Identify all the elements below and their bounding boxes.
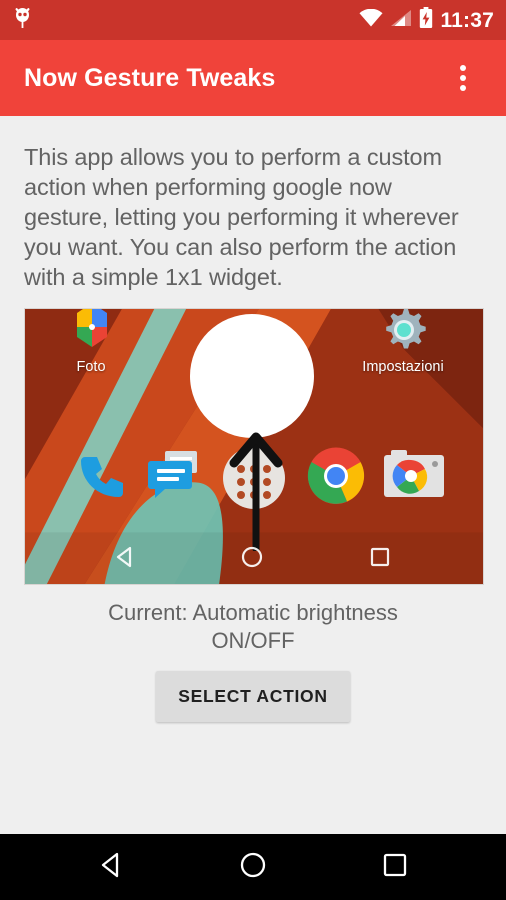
more-vert-dot [460,85,466,91]
chrome-icon [307,447,365,510]
owl-notification-icon [14,7,31,34]
status-bar-clock: 11:37 [440,8,494,32]
home-label-foto: Foto [76,359,106,375]
android-app-screen: 11:37 Now Gesture Tweaks This app allows… [0,0,506,900]
nav-back-button[interactable] [80,836,142,898]
preview-back-icon [113,545,137,574]
photos-icon [69,309,115,358]
status-bar: 11:37 [0,0,506,40]
app-bar: Now Gesture Tweaks [0,40,506,116]
preview-home-icon [240,545,264,574]
more-vert-icon[interactable] [440,55,486,101]
select-action-button[interactable]: SELECT ACTION [156,671,350,722]
more-vert-dot [460,75,466,81]
back-triangle-icon [96,850,126,885]
nav-recents-button[interactable] [364,836,426,898]
status-bar-icons: 11:37 [359,6,494,34]
main-content: This app allows you to perform a custom … [0,116,506,834]
home-label-impostazioni: Impostazioni [362,359,444,375]
camera-icon [383,449,445,506]
messages-icon [147,449,201,504]
white-gesture-circle-overlay [190,314,314,438]
nav-home-button[interactable] [222,836,284,898]
status-bar-notifications [14,7,31,34]
wifi-icon [359,8,383,32]
swipe-up-arrow-icon [229,432,283,551]
current-action-status: Current: Automatic brightness ON/OFF [108,600,398,653]
battery-charging-icon [419,6,433,34]
phone-icon [73,449,125,506]
system-navigation-bar [0,834,506,900]
recents-square-icon [380,850,410,885]
cell-signal-icon [390,9,412,32]
preview-recents-icon [368,545,392,574]
more-vert-dot [460,65,466,71]
settings-gear-icon [381,309,427,358]
page-title: Now Gesture Tweaks [24,63,276,92]
gesture-preview-image: Foto Guida Android Impostazioni [24,308,484,585]
app-description: This app allows you to perform a custom … [24,144,459,290]
home-circle-icon [238,850,268,885]
